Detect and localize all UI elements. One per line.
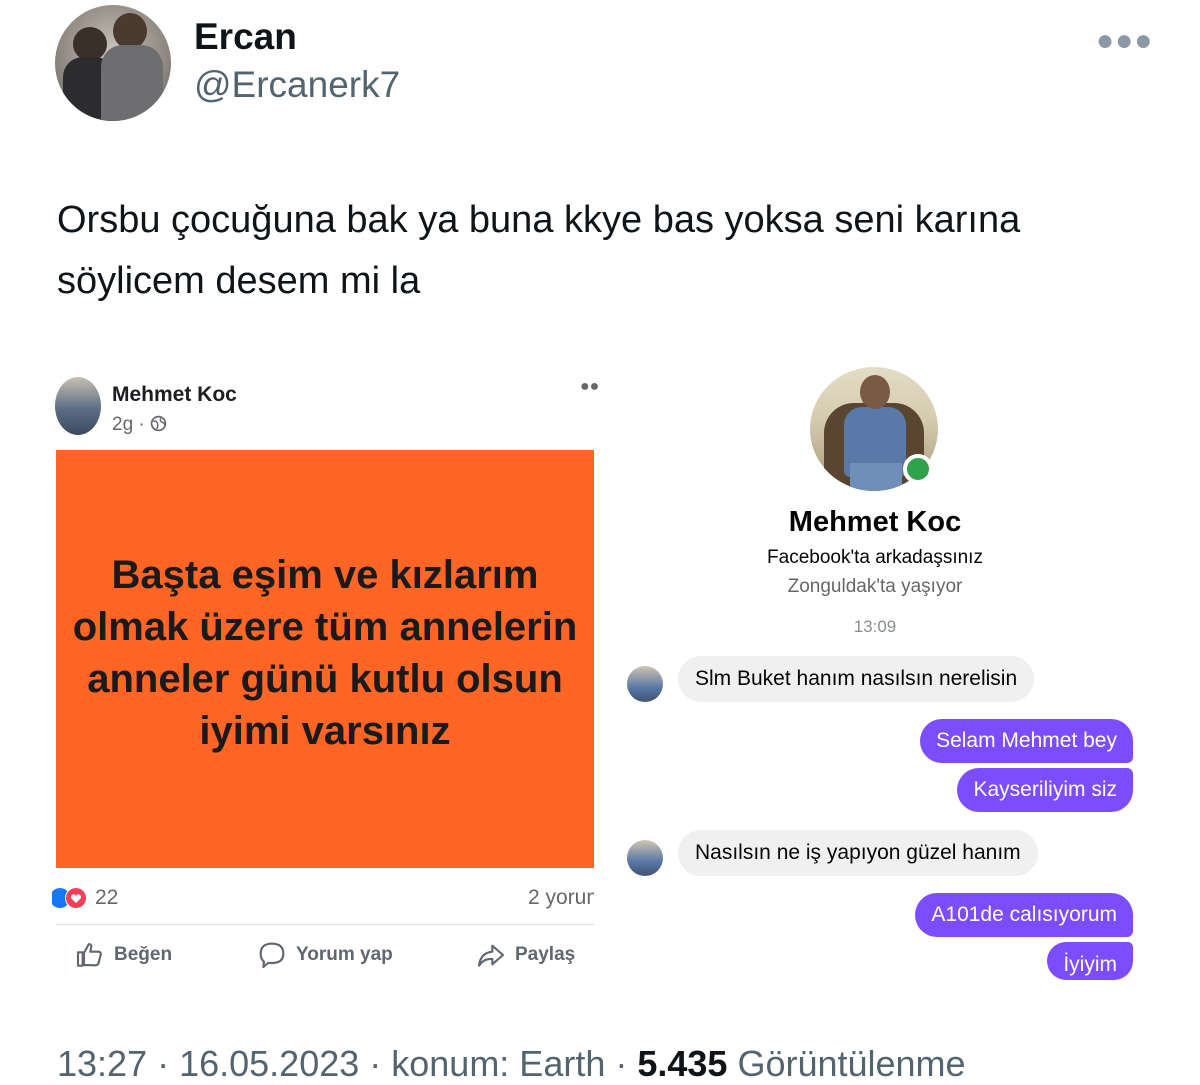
message-bubble-incoming: Nasılsın ne iş yapıyon güzel hanım <box>678 830 1038 876</box>
message-bubble-incoming: Slm Buket hanım nasılsın nerelisin <box>678 656 1035 702</box>
views-count: 5.435 <box>637 1043 728 1084</box>
author-avatar[interactable] <box>55 5 171 121</box>
reaction-icons <box>52 887 87 909</box>
like-label: Beğen <box>114 944 173 965</box>
tweet-timestamp[interactable]: 13:27 · 16.05.2023 · konum: Earth · <box>57 1043 637 1084</box>
avatar-person-right-head <box>113 13 147 49</box>
more-horizontal-icon[interactable]: ●●● <box>1096 24 1153 58</box>
comment-icon <box>259 942 285 969</box>
author-display-name[interactable]: Ercan <box>194 16 297 58</box>
online-status-icon <box>903 454 933 484</box>
fb-post-image: Başta eşim ve kızlarım olmak üzere tüm a… <box>56 450 594 868</box>
reaction-count: 22 <box>95 886 119 909</box>
message-bubble-outgoing: Selam Mehmet bey <box>920 719 1133 763</box>
tweet-text: Orsbu çocuğuna bak ya buna kkye bas yoks… <box>57 199 1021 302</box>
views-label: Görüntülenme <box>727 1043 966 1084</box>
message-bubble-outgoing: İyiyim <box>1047 942 1133 980</box>
avatar-legs <box>850 463 902 491</box>
like-button: Beğen <box>74 938 172 972</box>
fb-post-time: 2g · <box>112 414 167 436</box>
thumbs-up-icon <box>76 943 102 967</box>
fb-post-avatar <box>55 377 101 435</box>
message-bubble-outgoing: A101de calısıyorum <box>915 893 1133 937</box>
share-label: Paylaş <box>515 944 576 965</box>
tweet-meta: 13:27 · 16.05.2023 · konum: Earth · 5.43… <box>57 1043 966 1085</box>
friend-status: Facebook'ta arkadaşsınız <box>767 547 983 568</box>
sender-avatar <box>627 840 663 876</box>
sender-avatar <box>627 666 663 702</box>
avatar-head <box>860 375 890 409</box>
fb-post-author: Mehmet Koc <box>112 383 237 406</box>
fb-post-image-text: Başta eşim ve kızlarım olmak üzere tüm a… <box>72 553 578 753</box>
comment-label: Yorum yap <box>296 944 393 965</box>
message-bubble-outgoing: Kayseriliyim siz <box>957 768 1133 812</box>
avatar-person-right-body <box>101 45 163 121</box>
profile-location: Zonguldak'ta yaşıyor <box>787 576 963 597</box>
conversation-timestamp: 13:09 <box>853 617 897 636</box>
comment-count: 2 yorum <box>528 886 594 909</box>
globe-icon <box>150 415 167 432</box>
author-handle[interactable]: @Ercanerk7 <box>194 64 400 106</box>
fb-post-time-text: 2g · <box>112 414 145 435</box>
avatar-person-left-head <box>73 27 107 61</box>
fb-more-icon: ●● <box>580 378 600 395</box>
messenger-profile-name: Mehmet Koc <box>788 506 962 538</box>
share-icon <box>477 944 505 967</box>
fb-divider <box>56 924 594 925</box>
share-button: Paylaş <box>475 938 575 972</box>
comment-button: Yorum yap <box>256 938 393 972</box>
